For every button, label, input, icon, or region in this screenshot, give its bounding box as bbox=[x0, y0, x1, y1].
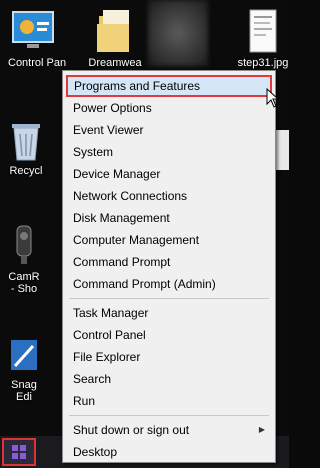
menu-item-label: Search bbox=[73, 372, 112, 386]
menu-item-search[interactable]: Search bbox=[63, 368, 275, 390]
menu-item-command-prompt-admin[interactable]: Command Prompt (Admin) bbox=[63, 273, 275, 295]
image-file-icon bbox=[249, 9, 277, 53]
desktop-icon-label: CamR bbox=[8, 271, 40, 283]
desktop-icon-label: step31.jpg bbox=[237, 57, 289, 69]
menu-item-label: Command Prompt (Admin) bbox=[73, 277, 216, 291]
menu-item-label: Programs and Features bbox=[74, 79, 201, 93]
folder-icon bbox=[97, 10, 129, 52]
menu-item-label: Desktop bbox=[73, 445, 118, 459]
menu-item-label: Run bbox=[73, 394, 96, 408]
desktop-icon-label: Dreamwea bbox=[88, 57, 142, 69]
menu-item-programs-and-features[interactable]: Programs and Features bbox=[66, 75, 272, 97]
menu-item-label: Disk Management bbox=[73, 211, 170, 225]
desktop-icon-label: Snag bbox=[11, 379, 37, 391]
menu-item-network-connections[interactable]: Network Connections bbox=[63, 185, 275, 207]
desktop-icon-camrecorder[interactable]: CamR - Sho bbox=[4, 222, 44, 295]
menu-item-label: Computer Management bbox=[73, 233, 200, 247]
desktop-icon-snagit-editor[interactable]: Snag Edi bbox=[4, 336, 44, 403]
menu-item-file-explorer[interactable]: File Explorer bbox=[63, 346, 275, 368]
menu-item-shut-down-or-sign-out[interactable]: Shut down or sign out ▶ bbox=[63, 419, 275, 441]
desktop-icon-step31[interactable]: step31.jpg bbox=[236, 8, 290, 69]
menu-item-run[interactable]: Run bbox=[63, 390, 275, 412]
menu-item-computer-management[interactable]: Computer Management bbox=[63, 229, 275, 251]
menu-item-label: Network Connections bbox=[73, 189, 188, 203]
menu-item-power-options[interactable]: Power Options bbox=[63, 97, 275, 119]
desktop-icon-recycle-bin[interactable]: Recycl bbox=[6, 118, 46, 177]
menu-separator bbox=[69, 298, 269, 299]
menu-separator bbox=[69, 415, 269, 416]
menu-item-desktop[interactable]: Desktop bbox=[63, 441, 275, 463]
menu-item-label: Event Viewer bbox=[73, 123, 144, 137]
menu-item-control-panel[interactable]: Control Panel bbox=[63, 324, 275, 346]
menu-item-label: File Explorer bbox=[73, 350, 141, 364]
partial-desktop-icon bbox=[276, 130, 289, 170]
camera-icon bbox=[16, 225, 32, 264]
menu-item-label: System bbox=[73, 145, 114, 159]
menu-item-label: Task Manager bbox=[73, 306, 149, 320]
menu-item-label: Device Manager bbox=[73, 167, 161, 181]
menu-item-label: Shut down or sign out bbox=[73, 423, 190, 437]
menu-item-event-viewer[interactable]: Event Viewer bbox=[63, 119, 275, 141]
desktop-icon-label: - Sho bbox=[10, 283, 38, 295]
menu-item-label: Power Options bbox=[73, 101, 152, 115]
desktop-icon-label: Control Pan bbox=[8, 57, 67, 69]
windows-logo-icon bbox=[12, 445, 26, 459]
blurred-desktop-icon bbox=[148, 0, 208, 66]
control-panel-icon bbox=[12, 11, 54, 48]
menu-item-device-manager[interactable]: Device Manager bbox=[63, 163, 275, 185]
menu-item-command-prompt[interactable]: Command Prompt bbox=[63, 251, 275, 273]
menu-item-label: Command Prompt bbox=[73, 255, 171, 269]
menu-item-system[interactable]: System bbox=[63, 141, 275, 163]
start-button[interactable] bbox=[2, 438, 36, 466]
desktop-icon-control-panel[interactable]: Control Pan bbox=[8, 8, 67, 69]
mouse-cursor-icon bbox=[266, 88, 280, 108]
chevron-right-icon: ▶ bbox=[258, 425, 265, 434]
desktop-icon-dreamweaver[interactable]: Dreamwea bbox=[86, 6, 144, 69]
desktop-icon-label: Edi bbox=[16, 391, 32, 403]
desktop-icon-label: Recycl bbox=[9, 165, 43, 177]
snagit-icon bbox=[11, 340, 37, 370]
menu-item-disk-management[interactable]: Disk Management bbox=[63, 207, 275, 229]
menu-item-label: Control Panel bbox=[73, 328, 146, 342]
winx-context-menu: Programs and Features Power Options Even… bbox=[62, 70, 276, 463]
recycle-bin-icon bbox=[12, 124, 40, 161]
menu-item-task-manager[interactable]: Task Manager bbox=[63, 302, 275, 324]
